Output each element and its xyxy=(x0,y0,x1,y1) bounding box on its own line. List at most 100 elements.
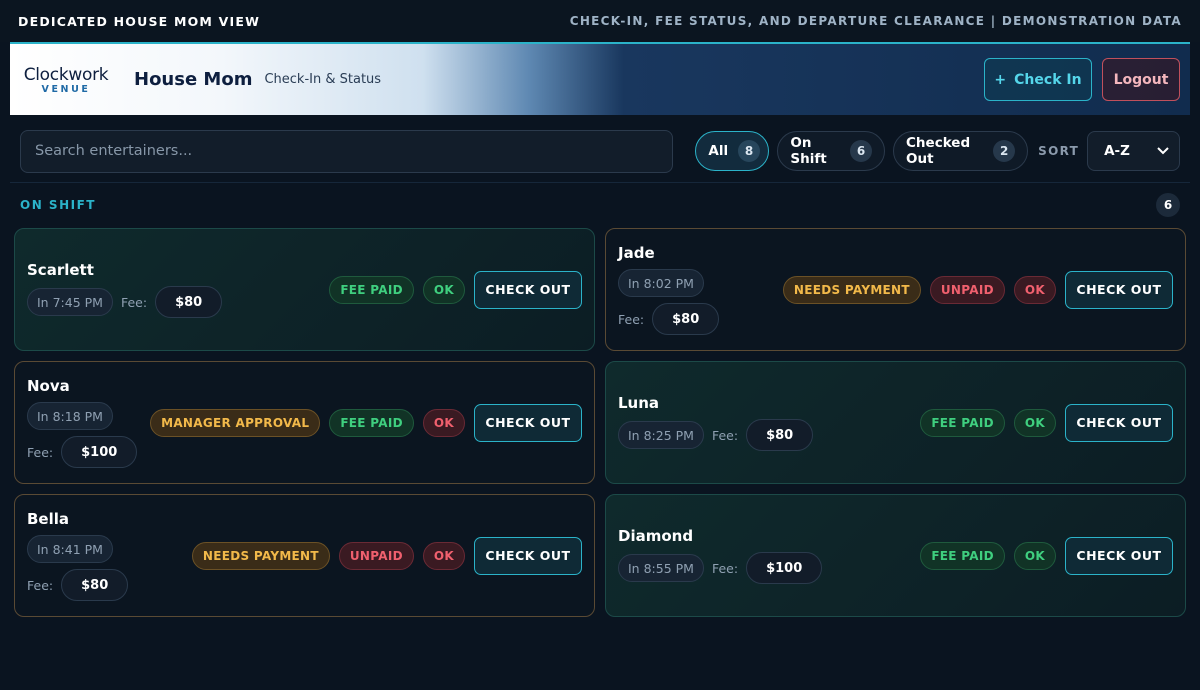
divider xyxy=(10,182,1190,183)
fee-label: Fee: xyxy=(618,311,645,327)
logo-subtitle: VENUE xyxy=(41,83,91,95)
section-title: ON SHIFT xyxy=(20,198,96,212)
checkin-time: In 8:18 PM xyxy=(27,402,113,430)
card-info: Nova In 8:18 PM Fee: $100 xyxy=(27,377,138,468)
card-meta: In 8:55 PM Fee: $100 xyxy=(618,552,823,584)
card-info: Diamond In 8:55 PM Fee: $100 xyxy=(618,527,823,584)
clearance-badge: OK xyxy=(422,408,465,437)
checkin-time: In 8:25 PM xyxy=(618,421,704,449)
fee-label: Fee: xyxy=(27,577,54,593)
plus-icon: + xyxy=(994,71,1007,88)
entertainer-name: Jade xyxy=(618,244,655,262)
entertainer-card: Bella In 8:41 PM Fee: $80 NEEDS PAYMENT … xyxy=(14,494,595,617)
view-description: CHECK-IN, FEE STATUS, AND DEPARTURE CLEA… xyxy=(569,14,1182,28)
checkin-time: In 7:45 PM xyxy=(27,288,113,316)
card-info: Scarlett In 7:45 PM Fee: $80 xyxy=(27,261,223,318)
fee-amount: $80 xyxy=(61,569,129,601)
logo: Clockwork VENUE xyxy=(20,65,112,95)
card-actions: FEE PAID OK CHECK OUT xyxy=(920,536,1173,575)
check-in-label: Check In xyxy=(1014,71,1082,88)
filter-label: Checked Out xyxy=(906,135,971,167)
check-out-button[interactable]: CHECK OUT xyxy=(474,270,582,309)
check-out-button[interactable]: CHECK OUT xyxy=(1065,403,1173,442)
filter-label: All xyxy=(708,143,729,159)
entertainer-name: Diamond xyxy=(618,527,694,545)
filter-count: 6 xyxy=(850,140,873,162)
logo-wordmark: Clockwork xyxy=(23,64,109,85)
entertainer-name: Scarlett xyxy=(27,261,94,279)
payment-warning-badge: NEEDS PAYMENT xyxy=(782,275,921,304)
filter-label: On Shift xyxy=(790,135,827,167)
sort-select[interactable]: A-Z xyxy=(1087,131,1180,171)
fee-status-badge: FEE PAID xyxy=(329,275,414,304)
card-actions: FEE PAID OK CHECK OUT xyxy=(329,270,582,309)
filter-checked-out[interactable]: Checked Out 2 xyxy=(893,131,1029,171)
entertainer-card: Nova In 8:18 PM Fee: $100 MANAGER APPROV… xyxy=(14,361,595,484)
fee-amount: $80 xyxy=(746,419,814,451)
card-info: Jade In 8:02 PM Fee: $80 xyxy=(618,244,720,335)
clearance-badge: OK xyxy=(1013,275,1056,304)
checkin-time: In 8:41 PM xyxy=(27,535,113,563)
clearance-badge: OK xyxy=(422,541,465,570)
fee-label: Fee: xyxy=(711,560,739,576)
page-title: House Mom xyxy=(134,69,253,90)
payment-warning-badge: NEEDS PAYMENT xyxy=(191,541,330,570)
fee-status-badge: UNPAID xyxy=(338,541,414,570)
fee-row: Fee: $100 xyxy=(711,552,823,584)
fee-row: Fee: $80 xyxy=(27,569,129,601)
check-out-button[interactable]: CHECK OUT xyxy=(474,536,582,575)
fee-label: Fee: xyxy=(711,427,739,443)
fee-status-badge: FEE PAID xyxy=(920,408,1005,437)
card-info: Bella In 8:41 PM Fee: $80 xyxy=(27,510,129,601)
filter-count: 8 xyxy=(738,140,761,162)
checkin-time: In 8:02 PM xyxy=(618,269,704,297)
filter-all[interactable]: All 8 xyxy=(695,131,770,171)
fee-status-badge: FEE PAID xyxy=(329,408,414,437)
check-out-button[interactable]: CHECK OUT xyxy=(1065,270,1173,309)
check-out-button[interactable]: CHECK OUT xyxy=(474,403,582,442)
entertainer-name: Bella xyxy=(27,510,70,528)
entertainer-card: Diamond In 8:55 PM Fee: $100 FEE PAID OK… xyxy=(605,494,1186,617)
sort-label: SORT xyxy=(1038,144,1080,158)
fee-amount: $80 xyxy=(155,286,223,318)
filter-on-shift[interactable]: On Shift 6 xyxy=(777,131,886,171)
search-input[interactable] xyxy=(20,129,674,173)
card-meta: In 8:25 PM Fee: $80 xyxy=(618,419,814,451)
approval-badge: MANAGER APPROVAL xyxy=(150,408,321,437)
check-out-button[interactable]: CHECK OUT xyxy=(1065,536,1173,575)
check-in-button[interactable]: + Check In xyxy=(984,58,1092,101)
fee-amount: $100 xyxy=(61,436,138,468)
entertainer-card: Jade In 8:02 PM Fee: $80 NEEDS PAYMENT U… xyxy=(605,228,1186,351)
fee-status-badge: UNPAID xyxy=(929,275,1005,304)
section-count: 6 xyxy=(1156,193,1180,217)
logout-button[interactable]: Logout xyxy=(1102,58,1180,101)
entertainer-name: Nova xyxy=(27,377,70,395)
card-meta: In 7:45 PM Fee: $80 xyxy=(27,286,223,318)
page-subtitle: Check-In & Status xyxy=(264,72,382,87)
fee-label: Fee: xyxy=(120,294,148,310)
fee-label: Fee: xyxy=(27,444,54,460)
card-actions: NEEDS PAYMENT UNPAID OK CHECK OUT xyxy=(782,270,1173,309)
card-actions: NEEDS PAYMENT UNPAID OK CHECK OUT xyxy=(191,536,582,575)
card-meta: In 8:02 PM Fee: $80 xyxy=(618,269,720,335)
entertainer-card: Scarlett In 7:45 PM Fee: $80 FEE PAID OK… xyxy=(14,228,595,351)
filter-toolbar: All 8 On Shift 6 Checked Out 2 SORT A-Z xyxy=(10,122,1190,180)
card-meta: In 8:41 PM Fee: $80 xyxy=(27,535,129,601)
fee-status-badge: FEE PAID xyxy=(920,541,1005,570)
entertainer-card: Luna In 8:25 PM Fee: $80 FEE PAID OK CHE… xyxy=(605,361,1186,484)
header-actions: + Check In Logout xyxy=(984,58,1180,101)
entertainer-grid: Scarlett In 7:45 PM Fee: $80 FEE PAID OK… xyxy=(14,228,1187,617)
card-actions: FEE PAID OK CHECK OUT xyxy=(920,403,1173,442)
chevron-down-icon xyxy=(1157,147,1169,155)
clearance-badge: OK xyxy=(1013,408,1056,437)
logout-label: Logout xyxy=(1113,71,1169,88)
clearance-badge: OK xyxy=(1013,541,1056,570)
app-header: Clockwork VENUE House Mom Check-In & Sta… xyxy=(10,42,1190,115)
fee-row: Fee: $80 xyxy=(711,419,814,451)
fee-row: Fee: $100 xyxy=(27,436,138,468)
fee-amount: $80 xyxy=(652,303,720,335)
clearance-badge: OK xyxy=(422,275,465,304)
sort-value: A-Z xyxy=(1104,143,1130,159)
fee-row: Fee: $80 xyxy=(120,286,223,318)
fee-row: Fee: $80 xyxy=(618,303,720,335)
